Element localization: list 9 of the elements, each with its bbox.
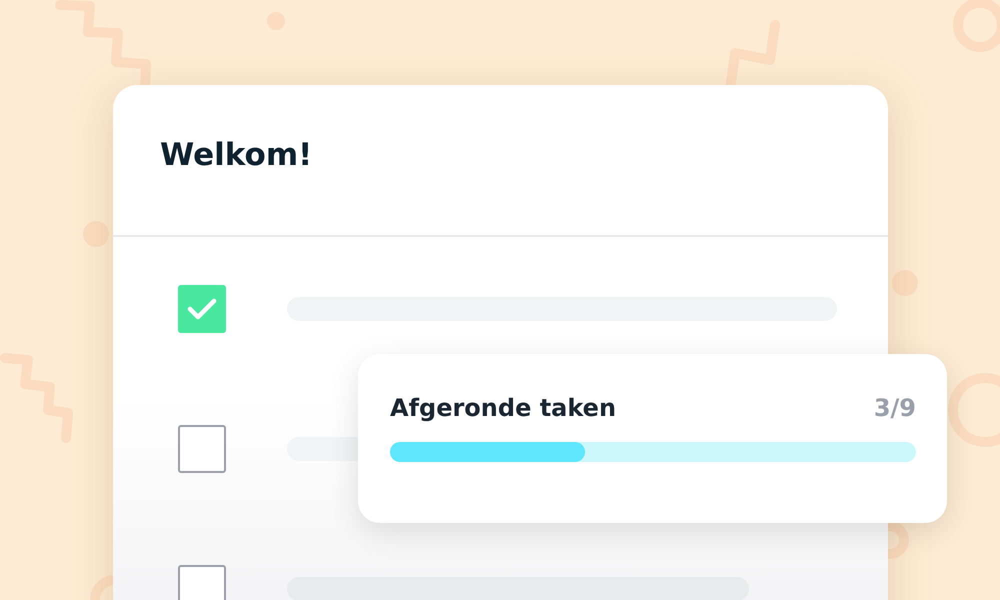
card-title: Welkom!: [160, 137, 314, 173]
task-checkbox[interactable]: [178, 425, 226, 473]
decorative-dot: [892, 270, 918, 296]
progress-count: 3/9: [874, 394, 916, 422]
checkmark-icon: [187, 297, 217, 321]
decorative-dot: [83, 221, 109, 247]
task-checkbox[interactable]: [178, 285, 226, 333]
task-checkbox[interactable]: [178, 565, 226, 600]
progress-label: Afgeronde taken: [390, 394, 616, 422]
